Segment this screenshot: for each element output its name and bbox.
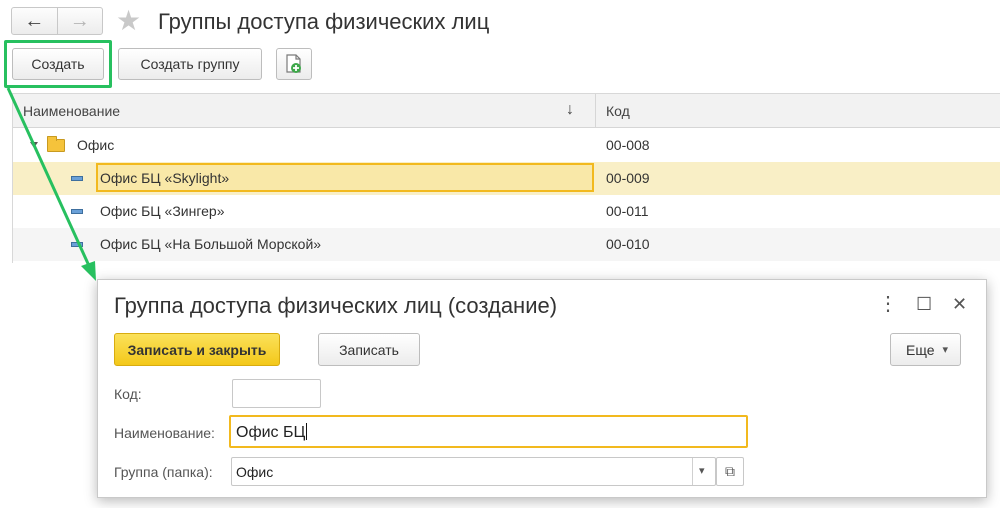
dialog-title: Группа доступа физических лиц (создание) [114, 293, 558, 318]
row-code: 00-011 [606, 203, 649, 219]
groups-table: Наименование ↓ Код Офис 00-008 Офис БЦ «… [12, 93, 1000, 263]
name-label: Наименование: [114, 425, 215, 441]
group-field[interactable]: Офис ▾ [231, 457, 716, 486]
name-field[interactable]: Офис БЦ [229, 415, 748, 448]
folder-icon [47, 136, 65, 152]
forward-arrow-icon[interactable]: → [56, 8, 103, 34]
table-row-selected[interactable]: Офис БЦ «Skylight» 00-009 [13, 162, 1000, 195]
sort-descending-icon[interactable]: ↓ [566, 101, 574, 119]
field-divider [692, 458, 693, 485]
row-name: Офис БЦ «На Большой Морской» [100, 236, 322, 252]
column-divider [595, 94, 596, 128]
name-value: Офис БЦ [236, 424, 306, 441]
group-item-icon [71, 209, 83, 214]
text-caret [306, 423, 308, 440]
page-title: Группы доступа физических лиц [158, 9, 490, 34]
close-icon[interactable]: ✕ [952, 294, 967, 315]
column-header-code[interactable]: Код [606, 103, 630, 119]
open-icon: ⧉ [725, 463, 735, 479]
group-item-icon [71, 242, 83, 247]
code-label: Код: [114, 386, 142, 402]
table-row[interactable]: Офис БЦ «На Большой Морской» 00-010 [13, 228, 1000, 261]
dropdown-arrow-icon[interactable]: ▾ [699, 464, 705, 477]
row-name: Офис БЦ «Зингер» [100, 203, 225, 219]
code-field[interactable] [232, 379, 321, 408]
row-code: 00-009 [606, 170, 650, 186]
row-name: Офис БЦ «Skylight» [100, 170, 230, 186]
create-group-dialog: Группа доступа физических лиц (создание)… [97, 279, 987, 498]
row-code: 00-008 [606, 137, 650, 153]
favorite-star-icon[interactable]: ★ [116, 7, 141, 35]
expand-collapse-icon[interactable] [30, 142, 38, 148]
save-and-close-button[interactable]: Записать и закрыть [114, 333, 280, 366]
more-menu-button[interactable]: Еще ▾ [890, 333, 961, 366]
group-item-icon [71, 176, 83, 181]
chevron-down-icon: ▾ [942, 344, 949, 356]
add-document-button[interactable] [276, 48, 312, 80]
group-label: Группа (папка): [114, 464, 213, 480]
row-name: Офис [77, 137, 115, 153]
open-group-button[interactable]: ⧉ [716, 457, 744, 486]
create-group-button[interactable]: Создать группу [118, 48, 262, 80]
column-header-name[interactable]: Наименование [23, 103, 120, 119]
back-arrow-icon[interactable]: ← [12, 8, 57, 34]
maximize-icon[interactable]: ☐ [916, 294, 932, 315]
document-add-icon [286, 54, 301, 73]
table-row[interactable]: Офис 00-008 [13, 129, 1000, 162]
more-actions-icon[interactable]: ⋮ [878, 291, 898, 316]
group-value: Офис [236, 464, 274, 480]
table-row[interactable]: Офис БЦ «Зингер» 00-011 [13, 195, 1000, 228]
save-button[interactable]: Записать [318, 333, 420, 366]
row-code: 00-010 [606, 236, 650, 252]
more-label: Еще [906, 341, 935, 358]
create-button-highlight [4, 40, 112, 88]
table-header: Наименование ↓ Код [13, 94, 1000, 128]
history-nav: ← → [11, 7, 103, 35]
